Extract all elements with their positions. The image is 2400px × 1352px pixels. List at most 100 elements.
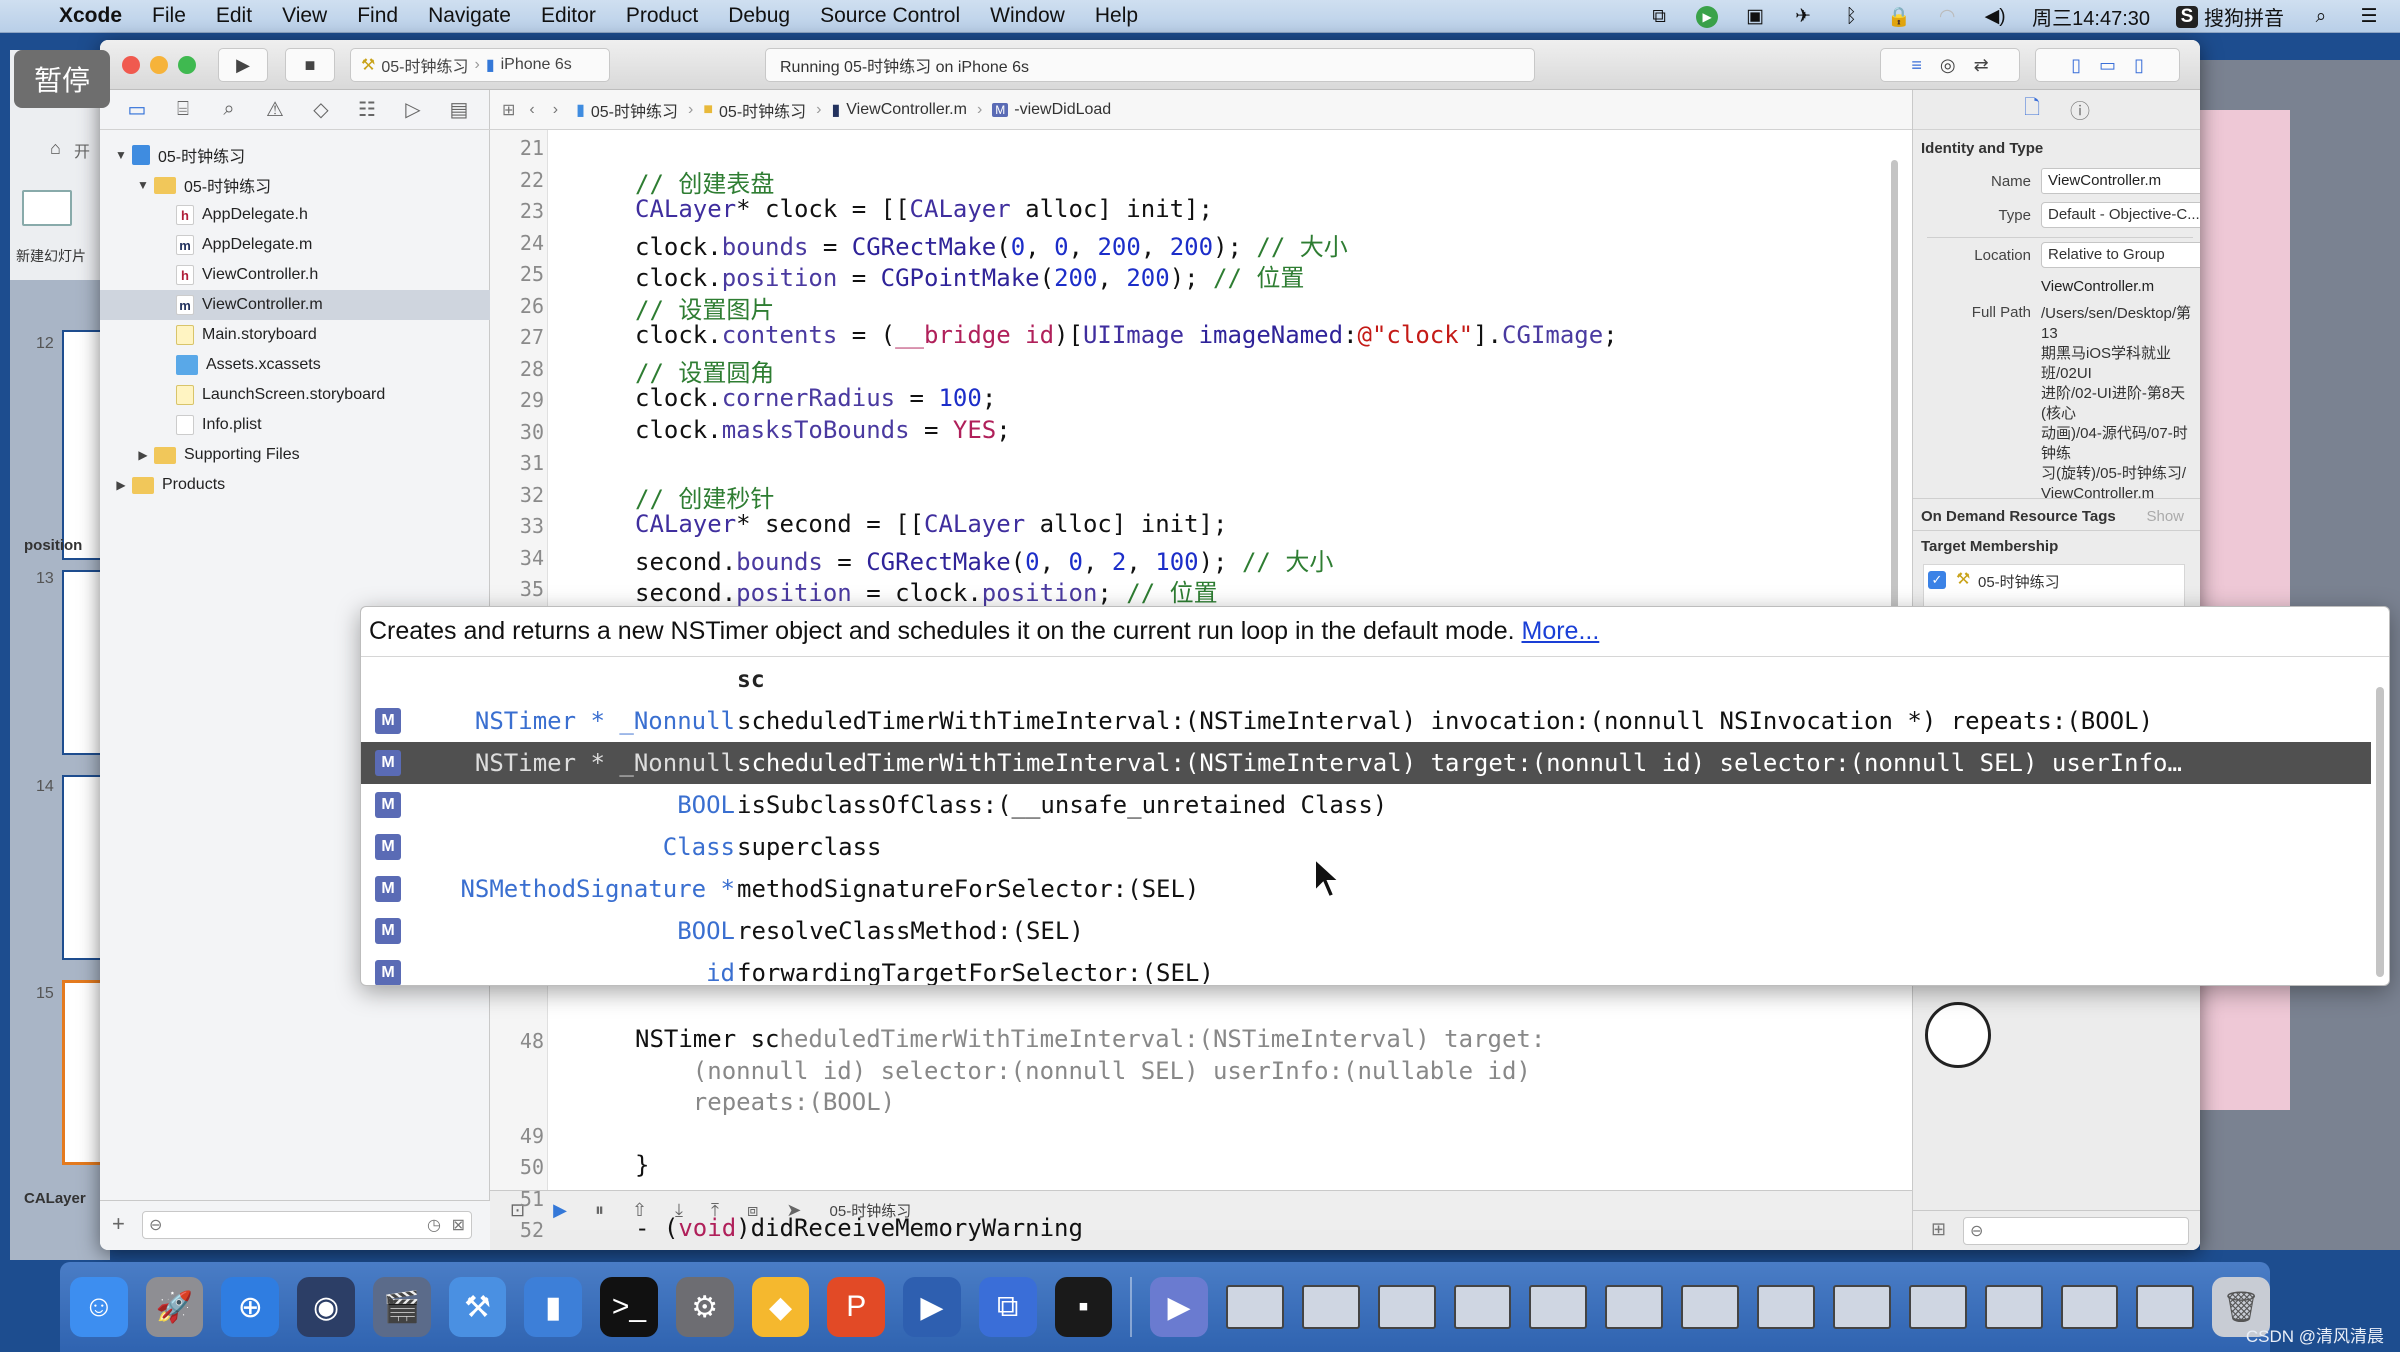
lock-icon[interactable]: 🔒 [1887, 6, 1911, 28]
target-checkbox[interactable]: ✓ [1928, 571, 1946, 589]
code-line[interactable]: - (void)didReceiveMemoryWarning [635, 1214, 1083, 1242]
completion-item[interactable]: M NSMethodSignature * methodSignatureForSe… [361, 868, 2371, 910]
downloads-stack-icon[interactable]: ▶ [1150, 1277, 1208, 1337]
breadcrumb-method[interactable]: M -viewDidLoad [992, 101, 1111, 119]
xcode-icon[interactable]: ⚒ [448, 1277, 507, 1337]
home-tab[interactable]: 开 [74, 138, 90, 162]
tree-item[interactable]: ▼ 05-时钟练习 [100, 170, 490, 200]
window-icon[interactable]: ⧉ [1648, 6, 1670, 28]
library-filter-input[interactable]: ⊖ [1963, 1217, 2189, 1245]
menu-edit[interactable]: Edit [201, 4, 267, 28]
minimize-button[interactable] [150, 56, 168, 74]
zoom-button[interactable] [178, 56, 196, 74]
vmware-icon[interactable]: ⧉ [978, 1277, 1037, 1337]
toggle-debug-icon[interactable]: ▭ [2099, 55, 2116, 76]
code-line[interactable]: second.bounds = CGRectMake(0, 0, 2, 100)… [635, 542, 1333, 577]
minimized-window[interactable] [1225, 1285, 1284, 1329]
simulator-icon[interactable]: ▮ [524, 1277, 583, 1337]
disclosure-expanded-icon[interactable]: ▼ [114, 148, 128, 162]
tree-item[interactable]: h AppDelegate.h [100, 200, 490, 230]
back-button[interactable]: ‹ [529, 101, 534, 119]
assistant-editor-icon[interactable]: ◎ [1940, 55, 1956, 76]
finder-icon[interactable]: ☺ [70, 1277, 128, 1337]
video-app-icon[interactable]: 🎬 [372, 1277, 431, 1337]
minimized-window[interactable] [1757, 1285, 1815, 1329]
bluetooth-icon[interactable]: ᛒ [1840, 6, 1862, 28]
menu-debug[interactable]: Debug [713, 4, 805, 28]
quick-help-icon[interactable]: ⓘ [2070, 95, 2090, 124]
hierarchy-icon[interactable]: ⌸ [171, 98, 195, 121]
minimized-window[interactable] [1832, 1285, 1891, 1329]
minimized-window[interactable] [1529, 1285, 1588, 1329]
close-button[interactable] [122, 56, 140, 74]
sketch-icon[interactable]: ◆ [751, 1277, 810, 1337]
debug-icon[interactable]: ☷ [355, 97, 379, 122]
location-select[interactable]: Relative to Group⇕ [2041, 242, 2200, 268]
menu-file[interactable]: File [137, 4, 201, 28]
forward-button[interactable]: › [553, 101, 558, 119]
code-line[interactable]: second.position = clock.position; // 位置 [635, 573, 1218, 608]
file-inspector-icon[interactable]: 🗋 [2024, 93, 2040, 127]
scm-filter-icon[interactable]: ⊠ [452, 1215, 465, 1235]
add-icon[interactable]: + [112, 1211, 125, 1237]
minimized-window[interactable] [1377, 1285, 1436, 1329]
related-items-icon[interactable]: ⊞ [502, 100, 515, 120]
p-app-icon[interactable]: P [827, 1277, 886, 1337]
disclosure-expanded-icon[interactable]: ▼ [136, 178, 150, 192]
play-circle-icon[interactable]: ▶ [1696, 5, 1719, 28]
tree-item[interactable]: m AppDelegate.m [100, 230, 490, 260]
disclosure-collapsed-icon[interactable]: ▶ [114, 478, 128, 492]
minimized-window[interactable] [1453, 1285, 1512, 1329]
quicktime-icon[interactable]: ▶ [903, 1277, 961, 1337]
launchpad-icon[interactable]: 🚀 [145, 1277, 204, 1337]
minimized-window[interactable] [1984, 1285, 2043, 1329]
code-line[interactable]: clock.position = CGPointMake(200, 200); … [635, 258, 1304, 293]
tree-item[interactable]: ▶ Supporting Files [100, 440, 490, 470]
pause-overlay[interactable]: 暂停 [14, 50, 110, 108]
wifi-icon[interactable]: ◠ [1936, 6, 1958, 28]
breakpoint-icon[interactable]: ▷ [401, 97, 425, 122]
search-icon[interactable]: ⌕ [217, 98, 241, 121]
menu-editor[interactable]: Editor [526, 4, 611, 28]
completion-scrollbar[interactable] [2376, 687, 2384, 977]
tree-item[interactable]: Main.storyboard [100, 320, 490, 350]
tree-item[interactable]: Assets.xcassets [100, 350, 490, 380]
breadcrumb-project[interactable]: ▮ 05-时钟练习 [576, 98, 678, 122]
tree-item[interactable]: ▼ 05-时钟练习 [100, 140, 490, 170]
disclosure-collapsed-icon[interactable]: ▶ [136, 448, 150, 462]
menu-find[interactable]: Find [342, 4, 413, 28]
camera-icon[interactable]: ▣ [1744, 6, 1766, 28]
tree-item[interactable]: ▶ Products [100, 470, 490, 500]
run-button[interactable]: ▶ [218, 48, 268, 82]
grid-icon[interactable]: ⊞ [1931, 1219, 1946, 1240]
code-line[interactable]: clock.cornerRadius = 100; [635, 384, 996, 412]
warning-icon[interactable]: ⚠ [263, 97, 287, 122]
airplane-icon[interactable]: ✈ [1792, 6, 1814, 28]
show-button[interactable]: Show [2146, 508, 2184, 525]
menu-view[interactable]: View [267, 4, 342, 28]
code-line[interactable]: clock.bounds = CGRectMake(0, 0, 200, 200… [635, 227, 1348, 262]
completion-item[interactable]: M Class superclass [361, 826, 2371, 868]
code-line[interactable]: clock.masksToBounds = YES; [635, 416, 1011, 444]
version-editor-icon[interactable]: ⇄ [1974, 55, 1989, 76]
more-link[interactable]: More... [1522, 617, 1600, 645]
new-slide-icon[interactable] [22, 190, 72, 226]
minimized-window[interactable] [2136, 1285, 2195, 1329]
menu-xcode[interactable]: Xcode [44, 4, 137, 28]
menu-window[interactable]: Window [975, 4, 1080, 28]
minimized-window[interactable] [1681, 1285, 1740, 1329]
code-line[interactable]: CALayer* second = [[CALayer alloc] init]… [635, 510, 1227, 538]
clock[interactable]: 周三14:47:30 [2032, 2, 2150, 31]
minimized-window[interactable] [2060, 1285, 2119, 1329]
name-field[interactable]: ViewController.m [2041, 168, 2200, 194]
type-select[interactable]: Default - Objective-C...⇕ [2041, 202, 2200, 228]
spotlight-icon[interactable]: ⌕ [2310, 6, 2332, 28]
tree-item[interactable]: m ViewController.m [100, 290, 490, 320]
safari-icon[interactable]: ⊕ [221, 1277, 280, 1337]
menu-navigate[interactable]: Navigate [413, 4, 526, 28]
code-line[interactable]: // 设置圆角 [635, 353, 774, 388]
code-line[interactable]: } [635, 1151, 649, 1179]
menu-source-control[interactable]: Source Control [805, 4, 975, 28]
breakpoints-toggle-icon[interactable]: ▶ [553, 1200, 567, 1221]
completion-item[interactable]: M NSTimer * _Nonnull scheduledTimerWithTim… [361, 700, 2371, 742]
